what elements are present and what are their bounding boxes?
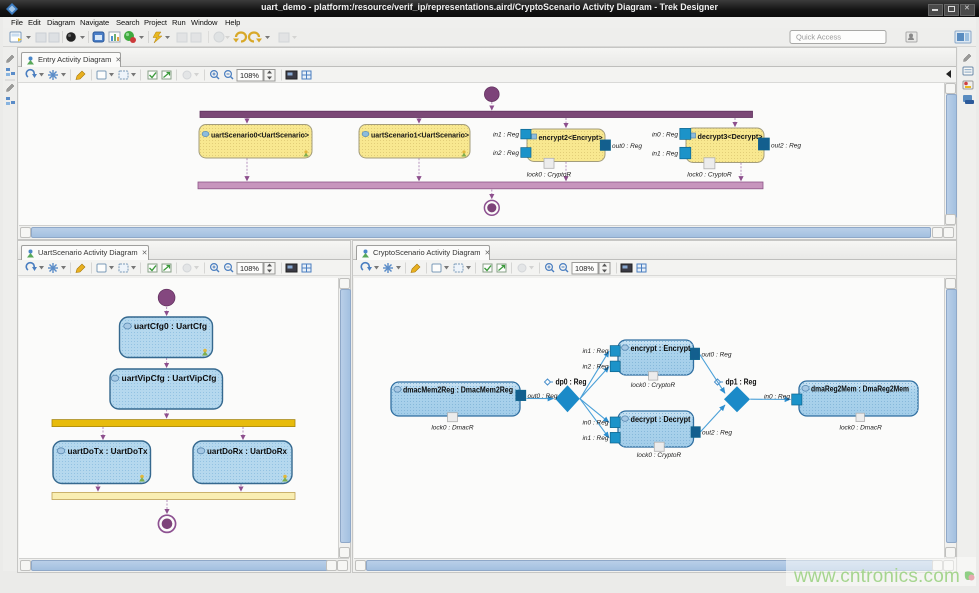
svg-text:lock0 : CryptoR: lock0 : CryptoR [631,382,676,389]
svg-text:108%: 108% [575,264,594,273]
svg-text:108%: 108% [240,264,259,273]
svg-text:in1 : Reg: in1 : Reg [652,151,678,158]
svg-text:lock0 : DmacR: lock0 : DmacR [840,425,883,432]
svg-text:in1 : Reg: in1 : Reg [582,348,608,355]
svg-text:encrypt2<Encrypt>: encrypt2<Encrypt> [539,133,604,142]
svg-text:dp0 : Reg: dp0 : Reg [556,376,587,386]
svg-text:uartVipCfg : UartVipCfg: uartVipCfg : UartVipCfg [122,373,217,383]
svg-text:uartScenario1<UartScenario>: uartScenario1<UartScenario> [371,130,470,139]
svg-text:decrypt3<Decrypt>: decrypt3<Decrypt> [698,132,764,141]
svg-text:in1 : Reg: in1 : Reg [582,435,608,442]
svg-text:uartDoRx : UartDoRx: uartDoRx : UartDoRx [207,446,287,456]
svg-text:out2 : Reg: out2 : Reg [771,143,801,150]
svg-text:in2 : Reg: in2 : Reg [582,364,608,371]
svg-text:lock0 : CryptoR: lock0 : CryptoR [637,452,682,459]
svg-text:in1 : Reg: in1 : Reg [493,132,519,139]
svg-text:in2 : Reg: in2 : Reg [493,150,519,157]
svg-text:in0 : Reg: in0 : Reg [582,420,608,427]
svg-text:dp1 : Reg: dp1 : Reg [726,376,757,386]
svg-text:out0 : Reg: out0 : Reg [702,352,732,359]
svg-text:out0 : Reg: out0 : Reg [528,393,558,400]
svg-text:lock0 : DmacR: lock0 : DmacR [431,425,474,432]
svg-text:uartCfg0 : UartCfg: uartCfg0 : UartCfg [134,321,207,331]
svg-text:in0 : Reg: in0 : Reg [652,132,678,139]
svg-text:decrypt : Decrypt: decrypt : Decrypt [631,414,691,424]
svg-text:uartScenario0<UartScenario>: uartScenario0<UartScenario> [211,130,310,139]
svg-text:out2 : Reg: out2 : Reg [702,430,732,437]
svg-text:dmacMem2Reg : DmacMem2Reg: dmacMem2Reg : DmacMem2Reg [403,385,513,395]
svg-text:encrypt : Encrypt: encrypt : Encrypt [631,343,691,353]
svg-text:lock0 : CryptoR: lock0 : CryptoR [687,172,732,179]
svg-text:lock0 : CryptoR: lock0 : CryptoR [527,172,572,179]
svg-text:108%: 108% [240,71,259,80]
svg-text:in0 : Reg: in0 : Reg [764,394,790,401]
svg-text:uartDoTx : UartDoTx: uartDoTx : UartDoTx [68,446,148,456]
svg-text:out0 : Reg: out0 : Reg [612,143,642,150]
svg-text:dmaReg2Mem : DmaReg2Mem: dmaReg2Mem : DmaReg2Mem [811,384,909,394]
svg-text:Quick Access: Quick Access [796,33,841,42]
